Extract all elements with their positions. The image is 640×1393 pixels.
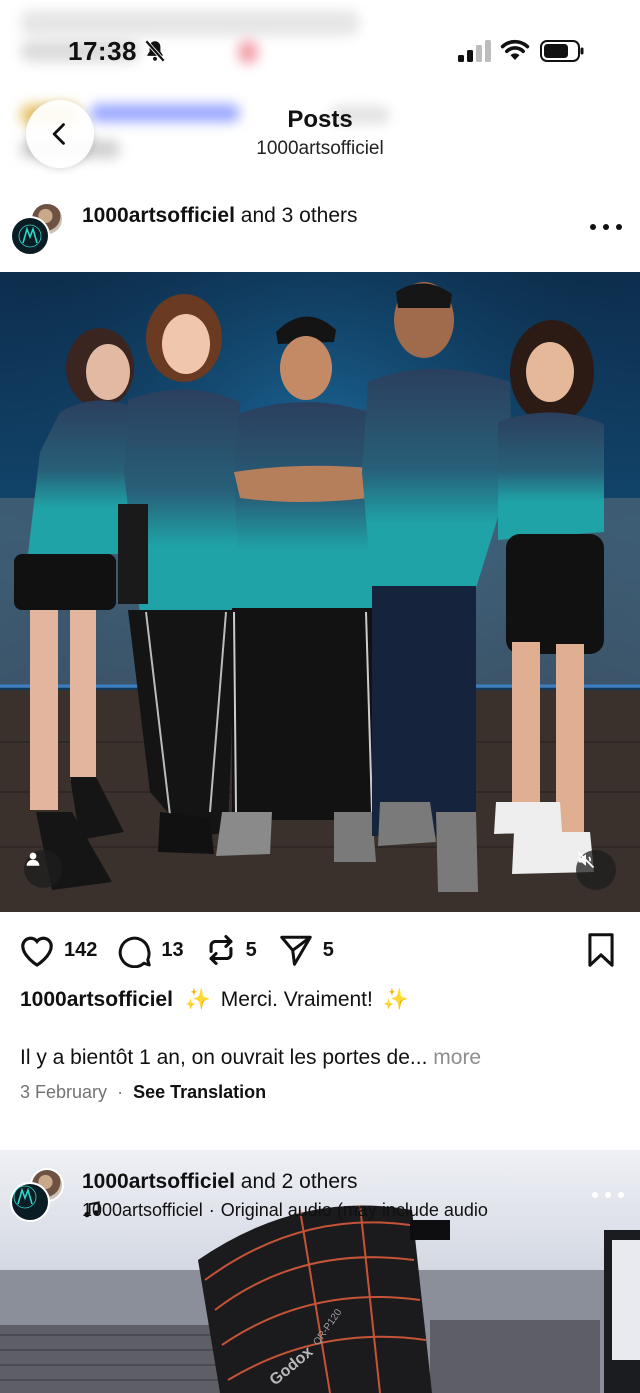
status-bar: 17:38 [0,0,640,100]
bell-slash-icon [144,39,166,63]
bookmark-icon[interactable] [584,932,618,968]
tagged-people-button[interactable] [24,850,62,888]
post-photo[interactable] [0,272,640,912]
person-tag-icon [26,852,40,866]
logo-icon [18,224,42,248]
comment-button[interactable]: 13 [117,932,184,968]
post-author-line[interactable]: 1000artsofficiel and 3 others [82,204,358,228]
dot-icon [590,224,596,230]
next-post-more-options-button[interactable] [592,1190,624,1200]
author-avatar [10,216,50,256]
dot-icon [592,1192,598,1198]
comment-bubble-icon [119,936,152,968]
post-actions: 142 13 5 5 [18,930,354,970]
post-author-name[interactable]: 1000artsofficiel [82,204,235,227]
next-post[interactable]: Godox QR-P120 1000artsofficiel and 2 oth… [0,1150,640,1393]
mute-toggle-button[interactable] [576,850,616,890]
author-avatar [10,1182,50,1222]
more-link[interactable]: more [433,1046,481,1069]
speaker-muted-icon [577,851,595,869]
battery-icon [540,40,584,62]
share-button[interactable]: 5 [277,932,334,968]
post-caption: 1000artsofficiel ✨ Merci. Vraiment! ✨ [20,988,409,1012]
caption-text: Merci. Vraiment! [220,988,373,1011]
next-post-author-line[interactable]: 1000artsofficiel and 2 others [82,1170,358,1194]
dot-icon [603,224,609,230]
audio-separator: · [208,1200,215,1220]
audio-title: Original audio (may include audio [220,1200,488,1220]
dot-icon [618,1192,624,1198]
page-title: Posts [287,106,353,133]
wifi-icon [500,39,530,60]
audio-attribution[interactable]: 1000artsofficiel · Original audio (may i… [82,1200,488,1221]
group-photo-illustration [0,272,640,912]
dot-icon [616,224,622,230]
more-options-button[interactable] [590,222,622,232]
music-note-icon [84,1201,100,1218]
heart-icon [21,936,53,967]
status-time: 17:38 [68,36,137,66]
next-post-coauthors[interactable]: and 2 others [241,1170,358,1193]
dot-icon [605,1192,611,1198]
post-date: 3 February [20,1082,108,1102]
repost-button[interactable]: 5 [204,932,257,968]
post-meta: 3 February · See Translation [20,1082,266,1103]
see-translation-link[interactable]: See Translation [133,1082,266,1102]
caption-body-text: Il y a bientôt 1 an, on ouvrait les port… [20,1046,428,1069]
post-avatar[interactable] [10,202,64,256]
next-post-avatar[interactable] [10,1168,64,1222]
share-count: 5 [322,938,334,961]
caption-author[interactable]: 1000artsofficiel [20,988,173,1011]
like-button[interactable]: 142 [18,932,97,968]
comment-count: 13 [161,938,184,961]
post-coauthors[interactable]: and 3 others [241,204,358,227]
next-post-author-name[interactable]: 1000artsofficiel [82,1170,235,1193]
repost-icon [209,934,233,966]
sparkles-icon: ✨ [184,988,211,1011]
send-icon [280,935,312,966]
cellular-signal-icon [458,40,491,62]
page-subtitle: 1000artsofficiel [256,138,384,159]
sparkles-icon: ✨ [382,988,409,1011]
repost-count: 5 [245,938,257,961]
like-count: 142 [64,938,98,961]
meta-separator: · [117,1082,124,1102]
logo-icon [13,1185,37,1209]
caption-body: Il y a bientôt 1 an, on ouvrait les port… [20,1046,481,1070]
